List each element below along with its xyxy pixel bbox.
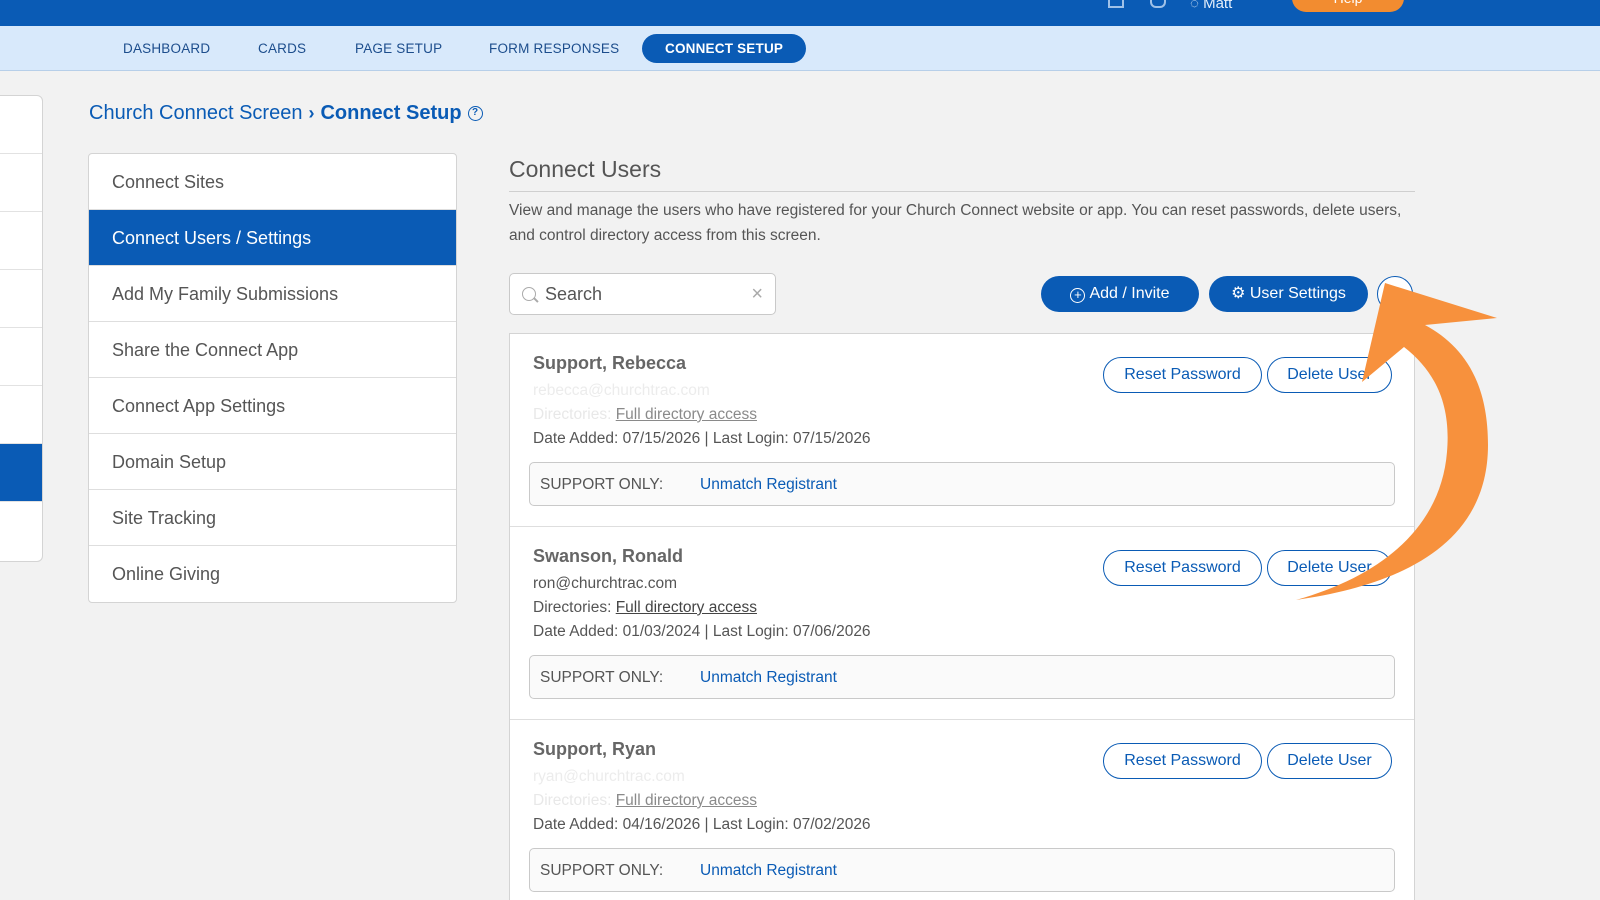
user-directories: Directories: Full directory access [533,599,757,617]
user-name: Support, Rebecca [533,353,687,373]
left-rail-item[interactable] [0,96,42,154]
user-email: ron@churchtrac.com [533,575,678,592]
list-item: Support, Ryan ryan@churchtrac.com Direct… [510,720,1414,900]
user-dates: Date Added: 07/15/2026 | Last Login: 07/… [533,430,871,447]
directory-access-link[interactable]: Full directory access [616,792,757,809]
reset-password-button[interactable]: Reset Password [1103,550,1262,586]
user-name: Matt [1203,0,1233,12]
side-menu: Connect Sites Connect Users / Settings A… [88,153,457,603]
user-name: Swanson, Ronald [533,546,684,566]
tab-dashboard[interactable]: DASHBOARD [123,26,210,71]
user-settings-label: User Settings [1249,285,1346,302]
menu-item-share-connect-app[interactable]: Share the Connect App [89,322,456,378]
support-only-label: SUPPORT ONLY: [540,862,664,879]
unmatch-registrant-link[interactable]: Unmatch Registrant [700,862,837,880]
left-rail-item[interactable] [0,386,42,444]
support-box: SUPPORT ONLY: Unmatch Registrant [529,655,1395,699]
unmatch-registrant-link[interactable]: Unmatch Registrant [700,669,837,687]
directory-access-link[interactable]: Full directory access [616,599,757,616]
directories-label: Directories: [533,792,612,809]
directories-label: Directories: [533,599,612,616]
search-icon [522,287,536,301]
list-item: Swanson, Ronald ron@churchtrac.com Direc… [510,527,1414,720]
delete-user-button[interactable]: Delete User [1267,743,1392,779]
menu-item-connect-users-settings[interactable]: Connect Users / Settings [89,210,456,266]
user-directories: Directories: Full directory access [533,792,757,810]
tab-form-responses[interactable]: FORM RESPONSES [489,26,619,71]
unmatch-registrant-link[interactable]: Unmatch Registrant [700,476,837,494]
tab-cards[interactable]: CARDS [258,26,306,71]
support-only-label: SUPPORT ONLY: [540,476,664,493]
add-invite-button[interactable]: + Add / Invite [1041,276,1199,312]
left-rail-item[interactable] [0,270,42,328]
panel-divider [509,191,1415,192]
menu-item-connect-app-settings[interactable]: Connect App Settings [89,378,456,434]
breadcrumb-current: Connect Setup [320,102,462,124]
delete-user-button[interactable]: Delete User [1267,550,1392,586]
support-only-label: SUPPORT ONLY: [540,669,664,686]
left-rail-item[interactable] [0,502,42,560]
reset-password-button[interactable]: Reset Password [1103,743,1262,779]
user-email: rebecca@churchtrac.com [533,382,710,399]
left-rail [0,95,43,562]
left-rail-item[interactable] [0,328,42,386]
directories-label: Directories: [533,406,612,423]
menu-item-online-giving[interactable]: Online Giving [89,546,456,602]
panel-description: View and manage the users who have regis… [509,202,1402,244]
search-input[interactable] [545,274,745,314]
user-name: Support, Ryan [533,739,657,759]
delete-user-button[interactable]: Delete User [1267,357,1392,393]
user-avatar-icon: ◌ [1190,0,1204,12]
close-icon[interactable]: × [751,283,763,306]
tab-connect-setup[interactable]: CONNECT SETUP [642,34,807,63]
search-box: × [509,273,776,315]
left-rail-item[interactable] [0,154,42,212]
reset-password-button[interactable]: Reset Password [1103,357,1262,393]
tab-page-setup[interactable]: PAGE SETUP [355,26,442,71]
bell-icon[interactable] [1150,0,1166,8]
users-list: Support, Rebecca rebecca@churchtrac.com … [509,333,1415,900]
left-rail-item[interactable] [0,212,42,270]
support-box: SUPPORT ONLY: Unmatch Registrant [529,462,1395,506]
plus-circle-icon: + [1070,288,1086,303]
menu-item-site-tracking[interactable]: Site Tracking [89,490,456,546]
user-settings-button[interactable]: ⚙ User Settings [1209,276,1368,312]
support-box: SUPPORT ONLY: Unmatch Registrant [529,848,1395,892]
chevron-right-icon: › [308,103,315,123]
top-bar: ◌ Matt Help [0,0,1600,26]
add-invite-label: Add / Invite [1089,285,1170,302]
menu-item-add-my-family-submissions[interactable]: Add My Family Submissions [89,266,456,322]
sub-navigation: DASHBOARD CARDS PAGE SETUP FORM RESPONSE… [0,26,1600,71]
gear-icon: ⚙ [1231,285,1250,302]
help-button[interactable]: Help [1292,0,1404,12]
breadcrumb-parent[interactable]: Church Connect Screen [89,102,302,125]
user-menu[interactable]: ◌ Matt [1190,0,1232,12]
panel-title: Connect Users [509,156,662,182]
user-email: ryan@churchtrac.com [533,768,685,785]
user-dates: Date Added: 01/03/2024 | Last Login: 07/… [533,623,871,640]
user-dates: Date Added: 04/16/2026 | Last Login: 07/… [533,816,871,833]
user-directories: Directories: Full directory access [533,406,757,424]
menu-item-connect-sites[interactable]: Connect Sites [89,154,456,210]
question-icon[interactable]: ? [467,106,483,121]
directory-access-link[interactable]: Full directory access [616,406,757,423]
menu-item-domain-setup[interactable]: Domain Setup [89,434,456,490]
breadcrumb: Church Connect Screen › Connect Setup ? [89,102,483,125]
list-item: Support, Rebecca rebecca@churchtrac.com … [510,334,1414,527]
help-circle-button[interactable] [1377,276,1413,312]
left-rail-item-active[interactable] [0,444,42,502]
bookmark-icon[interactable] [1108,0,1124,8]
